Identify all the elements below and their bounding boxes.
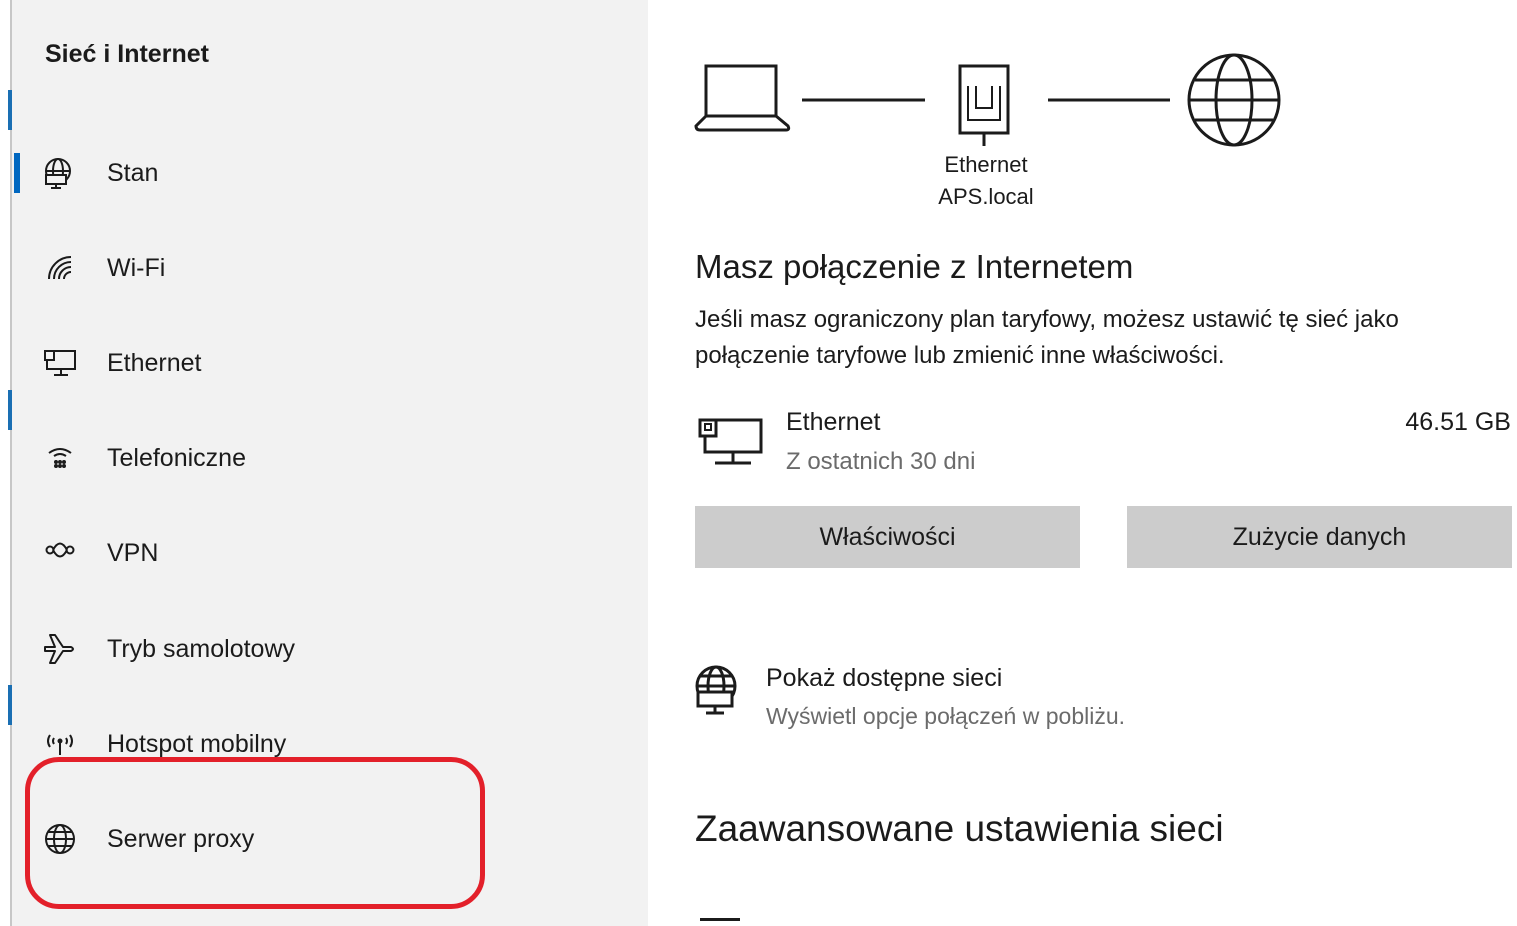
highlight-annotation	[25, 757, 485, 909]
sidebar-item-stan[interactable]: Stan	[14, 143, 614, 203]
sidebar-item-ethernet[interactable]: Ethernet	[14, 333, 614, 393]
internet-globe-icon	[1187, 53, 1281, 147]
sidebar-item-label: VPN	[107, 538, 159, 567]
status-heading: Masz połączenie z Internetem	[695, 248, 1134, 285]
show-networks-description: Wyświetl opcje połączeń w pobliżu.	[766, 703, 1126, 729]
globe-monitor-icon	[42, 155, 78, 191]
sidebar-item-telefoniczne[interactable]: Telefoniczne	[14, 428, 614, 488]
properties-button[interactable]: Właściwości	[695, 506, 1080, 568]
cut-off-row	[700, 918, 960, 926]
show-networks-link[interactable]: Pokaż dostępne sieci	[766, 664, 1002, 693]
connection-period: Z ostatnich 30 dni	[786, 448, 976, 475]
settings-window: Sieć i Internet Stan Wi-Fi Ethernet Tele…	[0, 0, 1517, 926]
sidebar-item-label: Tryb samolotowy	[107, 634, 296, 663]
edge-accent-mark	[8, 685, 12, 725]
airplane-icon	[42, 631, 78, 667]
diagram-network-name: APS.local	[938, 184, 1034, 209]
wifi-icon	[42, 250, 78, 286]
vpn-icon	[42, 535, 78, 571]
connection-data-used: 46.51 GB	[1405, 408, 1511, 436]
diagram-adapter-name: Ethernet	[944, 152, 1028, 177]
window-edge-line	[10, 0, 12, 926]
laptop-icon	[694, 64, 791, 132]
nav-title: Sieć i Internet	[45, 40, 209, 68]
ethernet-icon	[42, 345, 78, 381]
sidebar-item-wifi[interactable]: Wi-Fi	[14, 238, 614, 298]
sidebar-item-vpn[interactable]: VPN	[14, 523, 614, 583]
sidebar-item-label: Stan	[107, 158, 159, 187]
sidebar-item-label: Hotspot mobilny	[107, 729, 287, 758]
status-description: Jeśli masz ograniczony plan taryfowy, mo…	[695, 306, 1399, 369]
edge-accent-mark	[8, 390, 12, 430]
sidebar-item-label: Telefoniczne	[107, 443, 246, 472]
dialup-icon	[42, 440, 78, 476]
edge-accent-mark	[8, 90, 12, 130]
ethernet-icon	[697, 414, 765, 475]
network-diagram	[694, 53, 1281, 147]
connection-name: Ethernet	[786, 408, 881, 436]
sidebar-item-tryb-samolotowy[interactable]: Tryb samolotowy	[14, 619, 614, 679]
advanced-settings-heading: Zaawansowane ustawienia sieci	[695, 808, 1224, 849]
navigation-pane: Sieć i Internet Stan Wi-Fi Ethernet Tele…	[0, 0, 648, 926]
sidebar-item-label: Ethernet	[107, 348, 202, 377]
ethernet-port-icon	[958, 64, 1010, 146]
globe-monitor-icon[interactable]	[694, 664, 742, 721]
sidebar-item-label: Wi-Fi	[107, 253, 166, 282]
data-usage-button[interactable]: Zużycie danych	[1127, 506, 1512, 568]
